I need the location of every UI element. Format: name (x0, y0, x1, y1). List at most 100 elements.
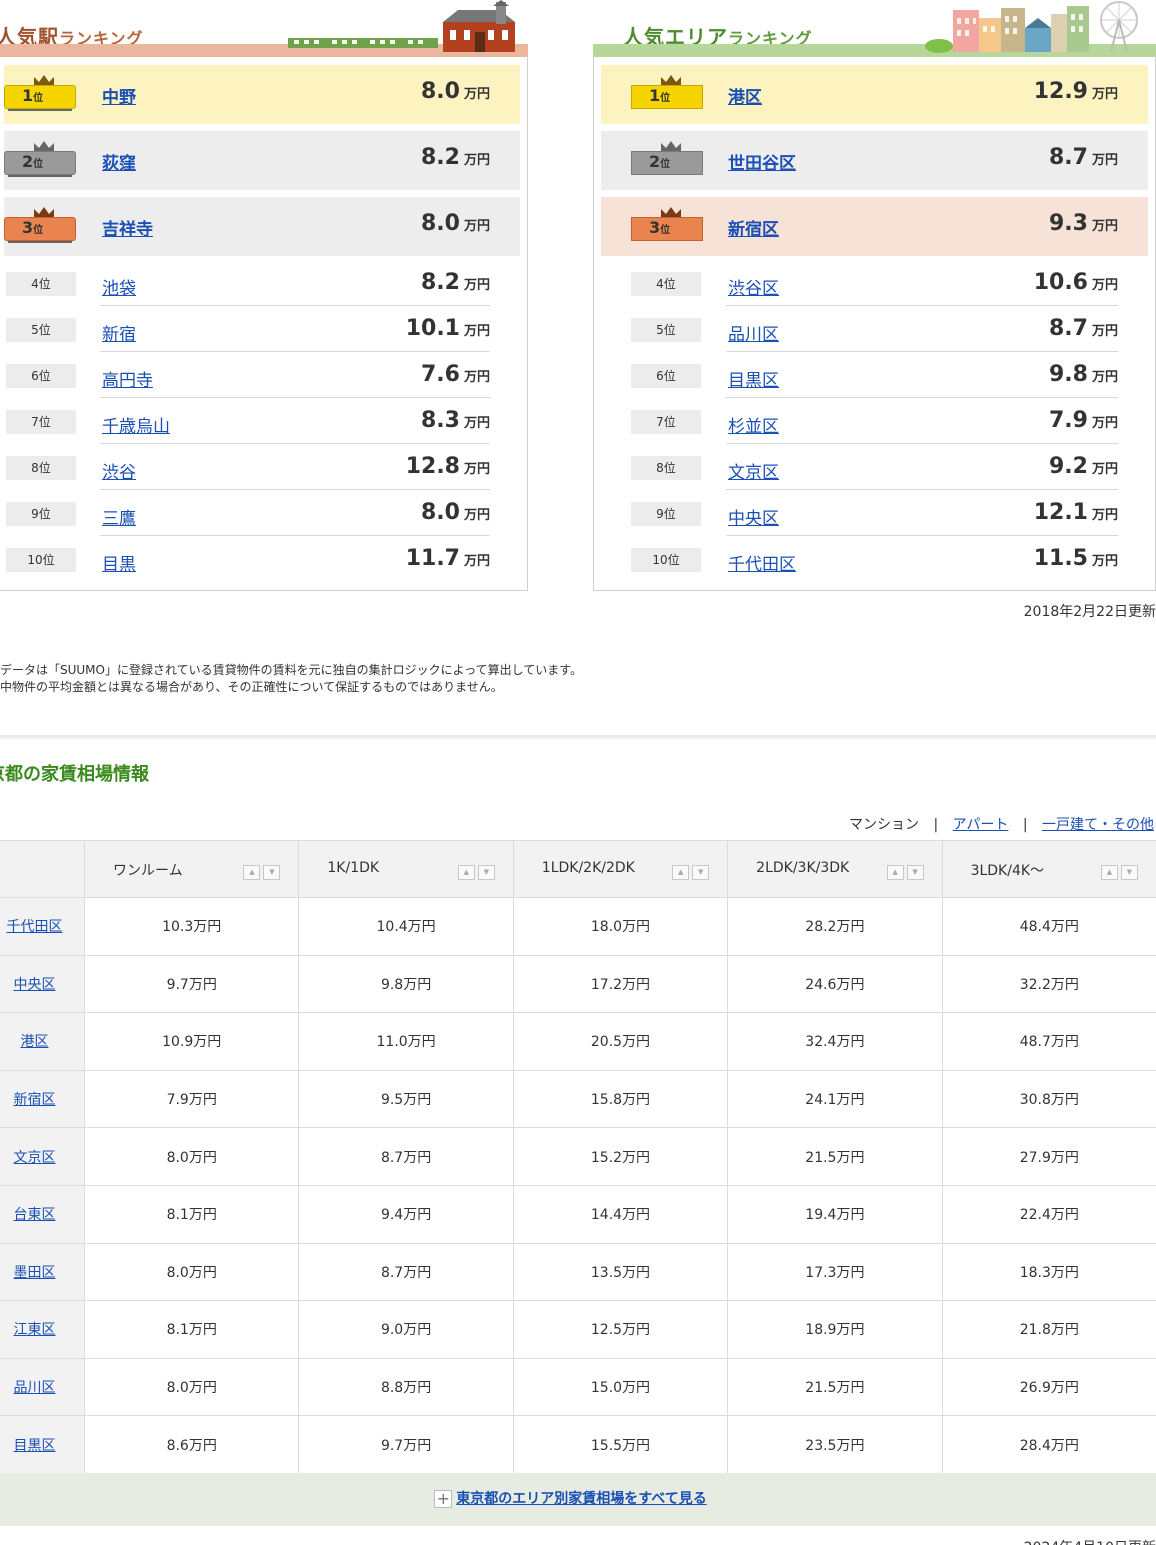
rent-cell: 8.1万円 (83, 1300, 300, 1359)
table-header-row: ワンルーム ▲ ▼ 1K/1DK ▲ ▼ 1LDK/2K/2DK ▲ ▼ 2LDK/3K/3… (0, 840, 1156, 898)
station-link[interactable]: 池袋 (102, 274, 136, 299)
station-rank-2-price: 8.2 万円 (421, 145, 490, 170)
sort-up-icon[interactable]: ▲ (886, 865, 904, 880)
area-price: 11.5 万円 (1033, 546, 1118, 571)
table-row: 千代田区 10.3万円 10.4万円 18.0万円 28.2万円 48.4万円 (0, 897, 1156, 956)
type-house-link[interactable]: 一戸建て・その他 (1042, 817, 1154, 833)
sort-up-icon[interactable]: ▲ (672, 865, 690, 880)
rent-cell: 26.9万円 (941, 1357, 1156, 1417)
rent-cell: 9.0万円 (298, 1300, 514, 1359)
area-price: 9.8 万円 (1049, 362, 1118, 387)
sort-up-icon[interactable]: ▲ (243, 865, 261, 880)
sort-up-icon[interactable]: ▲ (457, 865, 475, 880)
area-link[interactable]: 目黒区 (14, 1438, 56, 1454)
area-link[interactable]: 渋谷区 (728, 274, 779, 299)
rank-1-badge-icon: 1位 (631, 75, 703, 115)
rank-3-badge-icon: 3位 (4, 207, 76, 247)
station-link[interactable]: 新宿 (102, 320, 136, 345)
rent-cell: 10.3万円 (83, 897, 300, 956)
area-price: 8.7 万円 (1049, 316, 1118, 341)
station-link[interactable]: 目黒 (102, 550, 136, 575)
sort-down-icon[interactable]: ▼ (263, 865, 281, 880)
station-link[interactable]: 千歳烏山 (102, 412, 170, 437)
rent-cell: 8.1万円 (83, 1184, 300, 1244)
row-header: 港区 (0, 1012, 85, 1071)
station-link-ogikubo[interactable]: 荻窪 (102, 149, 136, 174)
corner-cell (0, 840, 85, 898)
area-link[interactable]: 目黒区 (728, 366, 779, 391)
column-header: 1LDK/2K/2DK ▲ ▼ (512, 840, 729, 898)
rent-cell: 30.8万円 (941, 1069, 1156, 1129)
area-rank-3-row: 3位 新宿区 9.3 万円 (601, 197, 1148, 256)
rank-label: 5位 (6, 318, 76, 342)
station-rank-3-price: 8.0 万円 (421, 211, 490, 236)
sort-down-icon[interactable]: ▼ (906, 865, 924, 880)
section-title: 京都の家賃相場情報 (0, 764, 149, 785)
area-link[interactable]: 杉並区 (728, 412, 779, 437)
area-link[interactable]: 中央区 (14, 977, 56, 993)
station-link-nakano[interactable]: 中野 (102, 83, 136, 108)
rent-cell: 18.3万円 (941, 1242, 1156, 1302)
area-rank-row: 10位 千代田区 11.5 万円 (601, 536, 1148, 582)
rent-cell: 11.0万円 (298, 1012, 514, 1071)
rent-cell: 8.0万円 (83, 1127, 300, 1186)
row-header: 台東区 (0, 1184, 85, 1244)
rent-cell: 9.7万円 (298, 1415, 514, 1474)
sort-down-icon[interactable]: ▼ (1121, 865, 1138, 880)
area-link[interactable]: 中央区 (728, 504, 779, 529)
station-price: 8.2 万円 (421, 270, 490, 295)
rent-cell: 24.1万円 (727, 1069, 943, 1129)
area-link-shinjuku[interactable]: 新宿区 (728, 215, 779, 240)
area-link[interactable]: 墨田区 (14, 1265, 56, 1281)
rent-cell: 19.4万円 (727, 1184, 943, 1244)
ranking-update-date: 2018年2月22日更新 (1023, 604, 1156, 620)
area-link[interactable]: 千代田区 (7, 919, 63, 935)
station-link[interactable]: 渋谷 (102, 458, 136, 483)
rank-label: 8位 (631, 456, 701, 480)
area-link[interactable]: 品川区 (14, 1380, 56, 1396)
station-rank-row: 8位 渋谷 12.8 万円 (4, 444, 520, 490)
table-row: 台東区 8.1万円 9.4万円 14.4万円 19.4万円 22.4万円 (0, 1184, 1156, 1244)
station-price: 7.6 万円 (421, 362, 490, 387)
station-link-kichijoji[interactable]: 吉祥寺 (102, 215, 153, 240)
row-header: 目黒区 (0, 1415, 85, 1474)
table-row: 港区 10.9万円 11.0万円 20.5万円 32.4万円 48.7万円 (0, 1012, 1156, 1071)
disclaimer-line-2: 載中物件の平均金額とは異なる場合があり、その正確性について保証するものではありま… (0, 680, 503, 694)
rent-table: ワンルーム ▲ ▼ 1K/1DK ▲ ▼ 1LDK/2K/2DK ▲ ▼ 2LDK/3K/3… (0, 840, 1156, 1474)
row-header: 江東区 (0, 1300, 85, 1359)
rent-cell: 24.6万円 (727, 954, 943, 1014)
area-link[interactable]: 文京区 (728, 458, 779, 483)
area-ranking-panel: 人気エリアランキング 1位 港区 12.9 万円 2位 世田谷区 8.7 万円 … (593, 0, 1156, 591)
area-link-minato[interactable]: 港区 (728, 83, 762, 108)
area-link[interactable]: 新宿区 (14, 1092, 56, 1108)
station-link[interactable]: 三鷹 (102, 504, 136, 529)
area-link[interactable]: 港区 (21, 1034, 49, 1050)
station-link[interactable]: 高円寺 (102, 366, 153, 391)
rent-cell: 10.4万円 (298, 897, 514, 956)
area-link[interactable]: 品川区 (728, 320, 779, 345)
rank-label: 10位 (6, 548, 76, 572)
rent-cell: 12.5万円 (512, 1300, 729, 1359)
area-link[interactable]: 江東区 (14, 1322, 56, 1338)
rent-cell: 15.2万円 (512, 1127, 729, 1186)
rent-cell: 28.2万円 (727, 897, 943, 956)
area-link-setagaya[interactable]: 世田谷区 (728, 149, 796, 174)
sort-down-icon[interactable]: ▼ (692, 865, 710, 880)
station-rank-row: 10位 目黒 11.7 万円 (4, 536, 520, 582)
rent-cell: 8.0万円 (83, 1242, 300, 1302)
area-link[interactable]: 千代田区 (728, 550, 796, 575)
area-link[interactable]: 文京区 (14, 1150, 56, 1166)
section-divider (0, 735, 1156, 741)
type-apart-link[interactable]: アパート (953, 817, 1009, 833)
column-header: 1K/1DK ▲ ▼ (298, 840, 514, 898)
rent-cell: 27.9万円 (941, 1127, 1156, 1186)
sort-up-icon[interactable]: ▲ (1101, 865, 1118, 880)
rank-2-badge-icon: 2位 (631, 141, 703, 181)
row-header: 品川区 (0, 1357, 85, 1417)
see-all-link[interactable]: 東京都のエリア別家賃相場をすべて見る (456, 1491, 706, 1507)
area-price: 10.6 万円 (1033, 270, 1118, 295)
station-price: 8.3 万円 (421, 408, 490, 433)
area-rank-row: 4位 渋谷区 10.6 万円 (601, 260, 1148, 306)
area-link[interactable]: 台東区 (14, 1207, 56, 1223)
sort-down-icon[interactable]: ▼ (477, 865, 495, 880)
